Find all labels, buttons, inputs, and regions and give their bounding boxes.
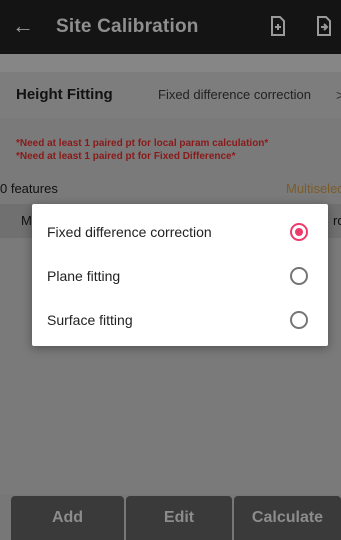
option-fixed-difference[interactable]: Fixed difference correction — [32, 210, 328, 254]
height-fitting-label: Height Fitting — [16, 86, 113, 103]
radio-dot — [295, 228, 303, 236]
radio-unselected-icon[interactable] — [290, 267, 308, 285]
column-header-right: rd — [333, 213, 341, 228]
height-fitting-row[interactable]: Height Fitting Fixed difference correcti… — [0, 72, 341, 118]
bottom-toolbar: Add Edit Calculate — [0, 494, 341, 540]
height-fitting-dialog: Fixed difference correction Plane fittin… — [32, 204, 328, 346]
height-fitting-value[interactable]: Fixed difference correction — [158, 72, 311, 118]
file-export-icon[interactable] — [316, 16, 332, 36]
option-plane-fitting[interactable]: Plane fitting — [32, 254, 328, 298]
warning-fixed-difference: *Need at least 1 paired pt for Fixed Dif… — [16, 151, 236, 162]
top-strip — [0, 54, 341, 72]
warning-local-param: *Need at least 1 paired pt for local par… — [16, 138, 269, 149]
file-import-icon[interactable] — [270, 16, 286, 36]
calculate-button[interactable]: Calculate — [234, 496, 341, 540]
option-label: Surface fitting — [47, 312, 133, 328]
multiselect-link[interactable]: Multiselect — [286, 174, 341, 204]
radio-selected-icon[interactable] — [290, 223, 308, 241]
chevron-right-icon: > — [336, 87, 341, 103]
add-button[interactable]: Add — [11, 496, 124, 540]
back-arrow-icon[interactable]: ← — [10, 12, 36, 40]
features-row: 0 features Multiselect — [0, 174, 341, 204]
app-bar: ← Site Calibration — [0, 0, 341, 54]
option-label: Plane fitting — [47, 268, 121, 284]
column-header-left: M — [21, 213, 32, 228]
page-title: Site Calibration — [56, 16, 199, 37]
option-label: Fixed difference correction — [47, 224, 212, 240]
radio-unselected-icon[interactable] — [290, 311, 308, 329]
option-surface-fitting[interactable]: Surface fitting — [32, 298, 328, 342]
edit-button[interactable]: Edit — [126, 496, 232, 540]
features-count: 0 features — [0, 181, 58, 196]
